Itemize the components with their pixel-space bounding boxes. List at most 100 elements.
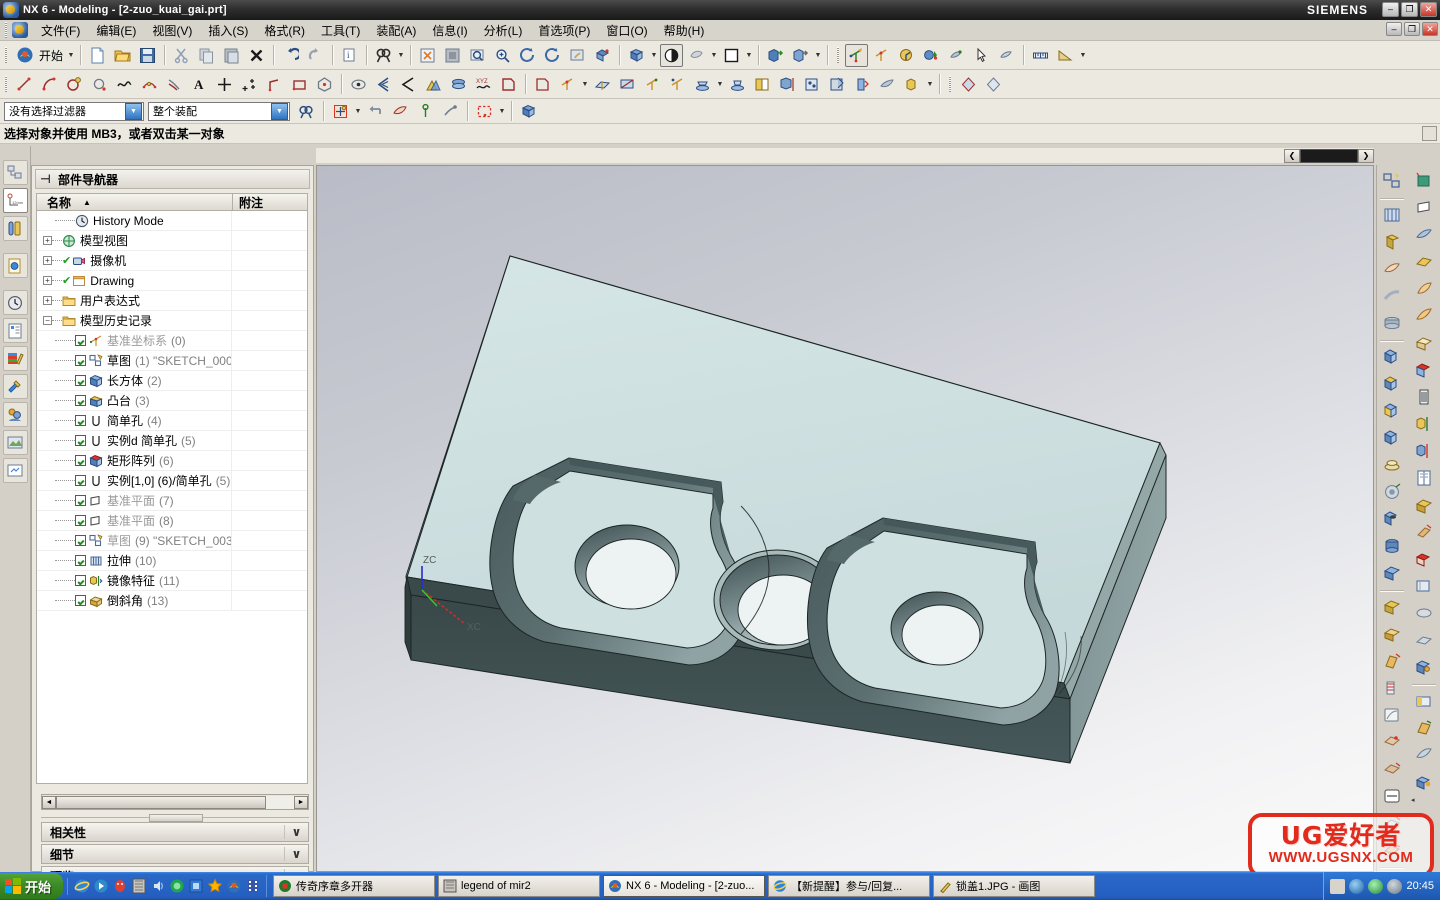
datum-plane-icon[interactable] [591,73,614,96]
edit-object-display-icon[interactable] [995,44,1018,67]
helix-icon[interactable] [138,73,161,96]
menu-insert[interactable]: 插入(S) [200,20,256,41]
menu-view[interactable]: 视图(V) [144,20,200,41]
offset-surface-icon[interactable] [1411,742,1437,768]
selection-filter-chevron-down-icon[interactable]: ▼ [125,102,142,120]
groove-icon[interactable] [1379,560,1405,586]
save-icon[interactable] [136,44,159,67]
taskbar-task[interactable]: legend of mir2 [438,875,601,897]
roles-icon[interactable] [2,374,28,399]
edge-blend-icon[interactable] [1379,594,1405,620]
details-section[interactable]: 细节 ∨ [41,844,309,864]
html-help-icon[interactable] [2,253,28,278]
snap-point-icon[interactable] [329,100,352,123]
curve-select-icon[interactable] [414,100,437,123]
close-button[interactable]: ✕ [1420,2,1437,17]
collapse-icon[interactable]: − [43,316,52,325]
assembly-navigator-icon[interactable] [2,160,28,185]
pin-icon[interactable] [40,172,54,186]
object-information-icon[interactable]: i [338,44,361,67]
internet-explorer-icon[interactable] [73,878,90,895]
scroll-left-button[interactable]: ◄ [42,795,56,809]
soft-blend-icon[interactable] [1411,303,1437,329]
clock-label[interactable]: 20:45 [1406,880,1434,892]
move-object-icon[interactable] [945,44,968,67]
offset-curve-icon[interactable] [163,73,186,96]
snap-chevron-down-icon[interactable]: ▼ [353,100,363,122]
pocket-icon[interactable] [1411,357,1437,383]
taskbar-task[interactable]: 传奇序章多开器 [273,875,436,897]
start-chevron-down-icon[interactable]: ▼ [66,44,76,66]
column-header-note[interactable]: 附注 [233,194,307,210]
more-features-icon[interactable] [957,73,980,96]
tree-row[interactable]: 草图 (9) "SKETCH_003" [37,531,307,551]
tree-row[interactable]: 镜像特征 (11) [37,571,307,591]
shell-icon[interactable] [1411,330,1437,356]
reuse-library-icon[interactable] [2,216,28,241]
media-player-icon[interactable] [92,878,109,895]
shaded-chevron-down-icon[interactable]: ▼ [649,44,659,66]
viewport-scroll-thumb[interactable] [1300,148,1358,163]
taskbar-task[interactable]: 【新提醒】参与/回复... [768,875,931,897]
sound-tray-icon[interactable] [1387,878,1403,894]
wcs-display-icon[interactable] [895,44,918,67]
boss-icon[interactable] [1379,479,1405,505]
scroll-thumb[interactable] [56,795,266,809]
part-navigator-icon[interactable]: 12mm [2,188,28,213]
sew-icon[interactable] [1411,222,1437,248]
fit-view-icon[interactable] [416,44,439,67]
expand-icon[interactable]: + [43,296,52,305]
extract-body-icon[interactable] [1411,492,1437,518]
start-label[interactable]: 开始 [37,47,66,64]
show-hide-icon[interactable] [764,44,787,67]
features-overflow-chevron-icon[interactable]: ◂ [1411,796,1415,804]
rectangle-icon[interactable] [288,73,311,96]
menu-edit[interactable]: 编辑(E) [88,20,144,41]
viewport-horizontal-scrollbar[interactable]: ❮ ❯ [316,148,1374,163]
thread-icon[interactable] [1379,675,1405,701]
face-select-icon[interactable] [389,100,412,123]
feature-checkbox[interactable] [75,415,86,426]
polygon-icon[interactable] [313,73,336,96]
face-blend-icon[interactable] [1411,276,1437,302]
feature-checkbox[interactable] [75,355,86,366]
sort-ascending-icon[interactable]: ▲ [83,198,91,207]
revolve-icon[interactable] [726,73,749,96]
sew-icon[interactable] [876,73,899,96]
panel-splitter[interactable] [41,814,309,822]
trim-body-icon[interactable] [1379,702,1405,728]
new-icon[interactable] [86,44,109,67]
tree-rows-container[interactable]: History Mode + 模型视图 + ✔ 摄像机 + ✔ Drawing + 用户表达式 − 模型… [36,211,308,784]
zoom-window-icon[interactable] [441,44,464,67]
feature-checkbox[interactable] [75,375,86,386]
find-object-chevron-down-icon[interactable]: ▼ [396,44,406,66]
view-manager-icon[interactable] [2,430,28,455]
xyz-law-curve-icon[interactable]: XYZ [472,73,495,96]
scroll-right-button[interactable]: ► [294,795,308,809]
tree-row[interactable]: 基准平面 (8) [37,511,307,531]
unite-icon[interactable] [1379,344,1405,370]
hole-icon[interactable] [1379,506,1405,532]
measure-distance-icon[interactable] [1029,44,1052,67]
tree-row[interactable]: 拉伸 (10) [37,551,307,571]
toolbar1-grip[interactable] [3,47,10,63]
menu-assemblies[interactable]: 装配(A) [368,20,424,41]
feature-checkbox[interactable] [75,535,86,546]
bridge-curve-icon[interactable] [397,73,420,96]
selection-scope-combo[interactable]: 整个装配 ▼ [148,101,290,121]
datum-axis-icon[interactable] [616,73,639,96]
datum-plane-icon[interactable] [1411,195,1437,221]
revolve-icon[interactable] [1379,229,1405,255]
sweep-icon[interactable] [1379,256,1405,282]
find-object-icon[interactable] [372,44,395,67]
tree-row[interactable]: + ✔ Drawing [37,271,307,291]
feature-checkbox[interactable] [75,515,86,526]
wcs-toolbar-grip[interactable] [835,47,843,63]
background-chevron-down-icon[interactable]: ▼ [744,44,754,66]
copy-icon[interactable] [195,44,218,67]
offset-in-face-icon[interactable] [447,73,470,96]
intersection-curve-icon[interactable] [372,73,395,96]
sheet-metal-icon[interactable] [1411,573,1437,599]
background-color-icon[interactable] [720,44,743,67]
menu-analysis[interactable]: 分析(L) [476,20,531,41]
